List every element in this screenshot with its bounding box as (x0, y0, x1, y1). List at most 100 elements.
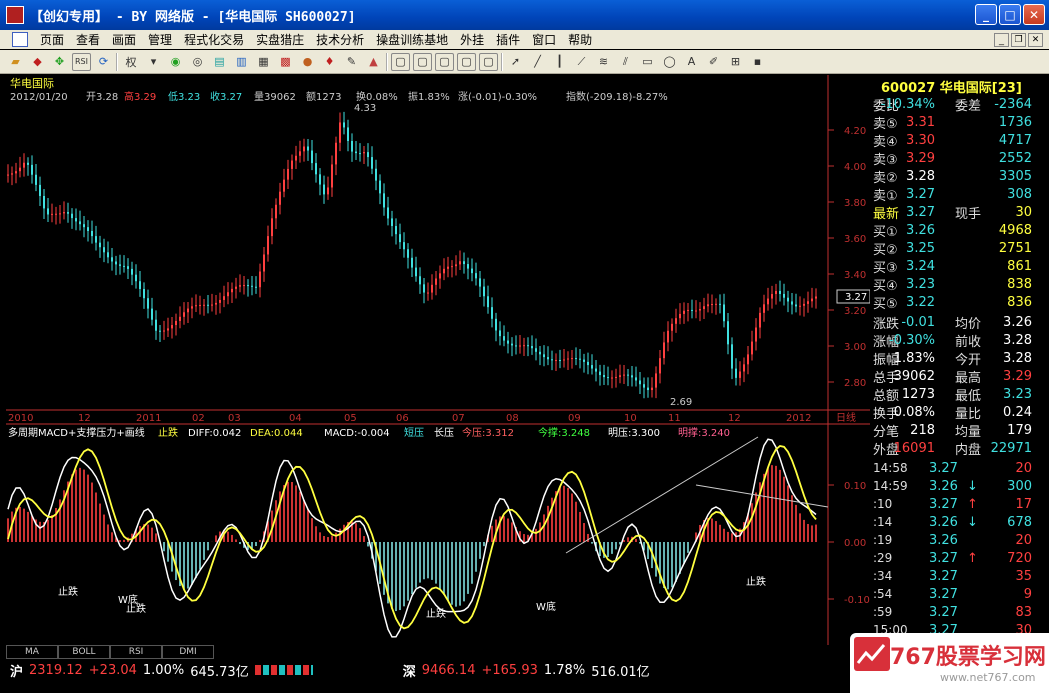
book-icon[interactable]: ▥ (232, 53, 251, 71)
weicha-value: -2364 (994, 96, 1032, 112)
sh-index-value: 2319.12 (29, 662, 83, 678)
folder-icon[interactable]: ▰ (6, 53, 25, 71)
stat-label: 分笔 (873, 424, 900, 440)
candle-body (615, 376, 617, 378)
stock-icon[interactable]: ◆ (28, 53, 47, 71)
minimize-button[interactable]: _ (975, 4, 997, 25)
parallel-icon[interactable]: ⫽ (616, 53, 635, 71)
menu-item-program-trading[interactable]: 程式化交易 (178, 31, 250, 48)
price-label: 3.20 (844, 306, 866, 317)
time-label: 日线 (836, 411, 856, 424)
menu-item-plugin-ext[interactable]: 外挂 (454, 31, 490, 48)
toolbar-separator (116, 52, 118, 71)
candle-body (51, 213, 53, 215)
menu-item-help[interactable]: 帮助 (562, 31, 598, 48)
tick-price: 3.27 (929, 604, 958, 620)
menu-item-manage[interactable]: 管理 (142, 31, 178, 48)
candle-body (579, 358, 581, 360)
menu-item-screen[interactable]: 画面 (106, 31, 142, 48)
layout5-icon[interactable]: ▢ (479, 52, 498, 71)
move-icon[interactable]: ✥ (50, 53, 69, 71)
mdi-close-icon[interactable]: ✕ (1028, 32, 1043, 47)
toolbar: ▰ ◆ ✥ RSI ⟳ 权 ▾ ◉ ◎ ▤ ▥ ▦ ▩ ● ♦ ✎ ▲ ▢ ▢ … (0, 50, 1049, 74)
globe-icon[interactable]: ● (298, 53, 317, 71)
menu-item-tech-analysis[interactable]: 技术分析 (310, 31, 370, 48)
sell-label: 卖③ (873, 152, 898, 168)
tab-dmi[interactable]: DMI (162, 645, 214, 659)
vlines-icon[interactable]: ┃ (550, 53, 569, 71)
layout4-icon[interactable]: ▢ (457, 52, 476, 71)
candle-body (275, 204, 277, 219)
sz-index-change: +165.93 (481, 662, 538, 678)
time-label: 2010 (8, 413, 33, 424)
candle-body (311, 150, 313, 164)
compare-icon[interactable]: ◉ (166, 53, 185, 71)
line-tool-icon[interactable]: ╱ (528, 53, 547, 71)
channel-icon[interactable]: ≋ (594, 53, 613, 71)
menu-item-window[interactable]: 窗口 (526, 31, 562, 48)
ohlc-volume: 量39062 (254, 91, 296, 103)
latest-row: 最新 3.27 现手 30 (871, 203, 1035, 222)
app-icon[interactable] (6, 6, 24, 24)
page-icon[interactable]: ▦ (254, 53, 273, 71)
refresh-icon[interactable]: ⟳ (94, 53, 113, 71)
alarm-icon[interactable]: ♦ (320, 53, 339, 71)
lock-icon[interactable]: ⊞ (726, 53, 745, 71)
ellipse-icon[interactable]: ◯ (660, 53, 679, 71)
ohlc-info-line: 2012/01/20 开3.28 高3.29 低3.23 收3.27 量3906… (10, 90, 668, 103)
candle-body (75, 218, 77, 222)
quan-button[interactable]: 权 (121, 53, 141, 71)
macd-axis-labels: 0.10 0.00 -0.10 (828, 481, 870, 606)
candle-body (291, 160, 293, 169)
menu-item-training[interactable]: 操盘训练基地 (370, 31, 454, 48)
tab-rsi[interactable]: RSI (110, 645, 162, 659)
candle-body (407, 249, 409, 258)
f10-icon[interactable]: ▩ (276, 53, 295, 71)
kline-icon[interactable]: ▲ (364, 53, 383, 71)
chart-icon[interactable]: ▤ (210, 53, 229, 71)
layout3-icon[interactable]: ▢ (435, 52, 454, 71)
mdi-restore-icon[interactable]: ❐ (1011, 32, 1026, 47)
rect-icon[interactable]: ▭ (638, 53, 657, 71)
menu-logo-icon[interactable] (12, 32, 28, 47)
candle-body (367, 152, 369, 158)
pen-icon[interactable]: ✎ (342, 53, 361, 71)
macd-signal-label: 止跌 (126, 602, 146, 615)
eraser-icon[interactable]: ✐ (704, 53, 723, 71)
price-label: 2.80 (844, 378, 866, 389)
candle-body (667, 330, 669, 343)
layout1-icon[interactable]: ▢ (391, 52, 410, 71)
candle-body (747, 354, 749, 365)
sh-index-amount: 645.73亿 (190, 664, 249, 680)
maximize-button[interactable]: □ (999, 4, 1021, 25)
mdi-minimize-icon[interactable]: _ (994, 32, 1009, 47)
ohlc-low: 低3.23 (168, 90, 200, 103)
cursor-icon[interactable]: ➚ (506, 53, 525, 71)
menu-item-hunt[interactable]: 实盘猎庄 (250, 31, 310, 48)
rsi-icon[interactable]: RSI (72, 52, 91, 71)
candle-body (411, 257, 413, 268)
glasses-icon[interactable]: ◎ (188, 53, 207, 71)
tab-boll[interactable]: BOLL (58, 645, 110, 659)
text-tool-icon[interactable]: A (682, 53, 701, 71)
save-icon[interactable]: ▪ (748, 53, 767, 71)
candle-body (711, 303, 713, 305)
chart-area[interactable]: 华电国际 2012/01/20 开3.28 高3.29 低3.23 收3.27 … (6, 75, 871, 645)
candle-body (627, 374, 629, 376)
chart-svg[interactable]: 华电国际 2012/01/20 开3.28 高3.29 低3.23 收3.27 … (6, 75, 871, 645)
stat-value: 0.08% (893, 404, 935, 420)
stat-value: -0.01 (901, 314, 935, 330)
tab-ma[interactable]: MA (6, 645, 58, 659)
close-button[interactable]: ✕ (1023, 4, 1045, 25)
fan-icon[interactable]: ⟋ (572, 53, 591, 71)
candle-body (583, 359, 585, 362)
candle-body (531, 346, 533, 349)
layout2-icon[interactable]: ▢ (413, 52, 432, 71)
sell-label: 卖⑤ (873, 116, 898, 132)
candle-body (507, 340, 509, 344)
menu-item-view[interactable]: 查看 (70, 31, 106, 48)
ohlc-amplitude: 振1.83% (408, 90, 450, 103)
menu-item-plugins[interactable]: 插件 (490, 31, 526, 48)
dropdown-arrow-icon[interactable]: ▾ (144, 53, 163, 71)
menu-item-page[interactable]: 页面 (34, 31, 70, 48)
